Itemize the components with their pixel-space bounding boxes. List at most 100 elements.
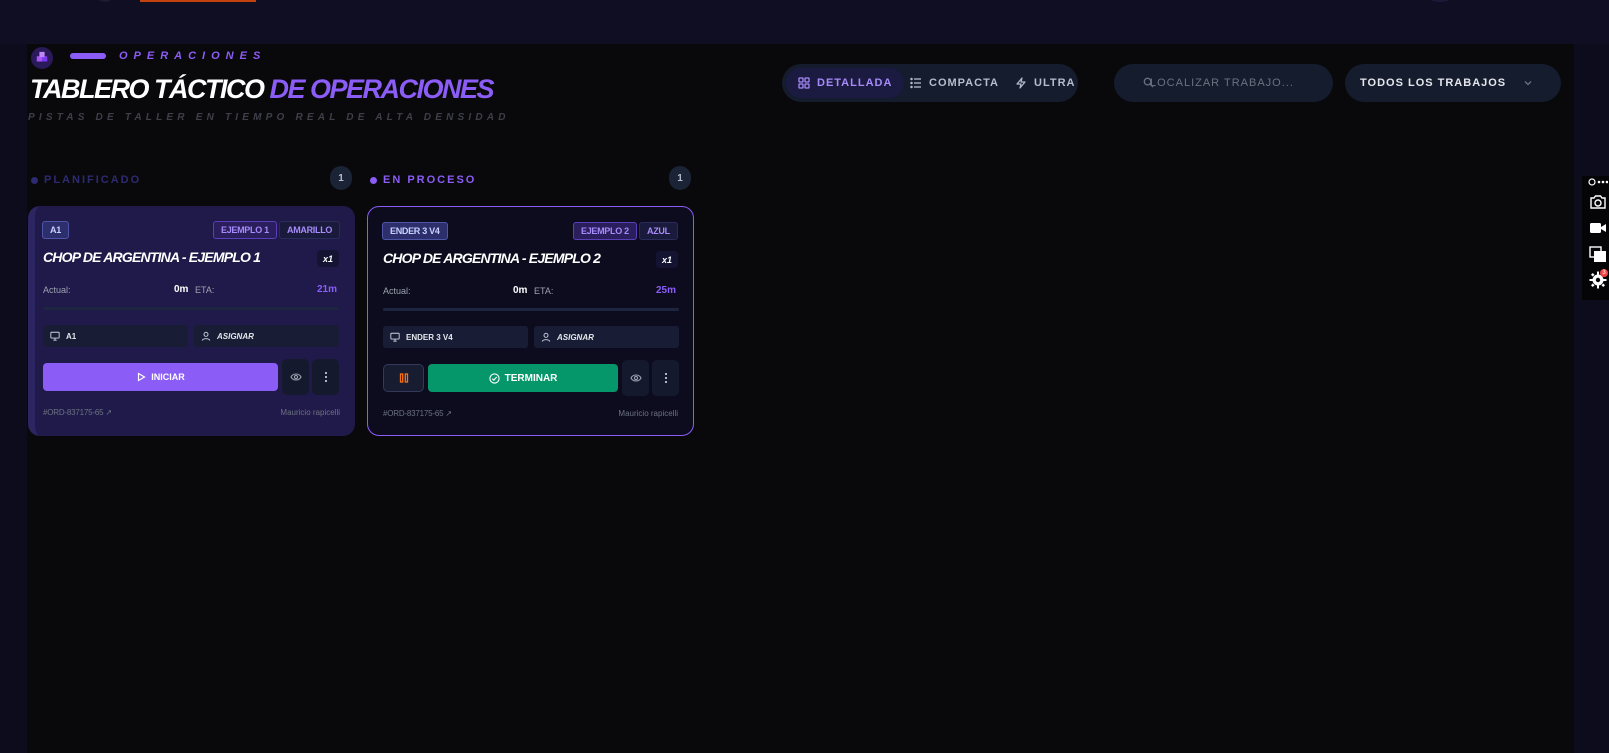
- video-camera-icon[interactable]: [1588, 219, 1608, 237]
- page-title: TABLERO TÁCTICO DE OPERACIONES: [30, 74, 495, 105]
- machine-field-value: A1: [66, 331, 77, 341]
- search-input[interactable]: [1143, 77, 1313, 89]
- column-label: EN PROCESO: [383, 174, 477, 186]
- play-icon: [138, 372, 146, 382]
- machine-field[interactable]: ENDER 3 V4: [383, 326, 528, 348]
- camera-icon[interactable]: [1588, 193, 1608, 211]
- chevron-down-icon: [1524, 81, 1532, 86]
- view-mode-switch: DETALLADA COMPACTA ULTRA: [782, 64, 1078, 102]
- check-circle-icon: [488, 372, 500, 384]
- column-header-in-progress: EN PROCESO: [370, 168, 476, 192]
- start-button-label: INICIAR: [151, 372, 185, 382]
- column-count-badge: 1: [669, 166, 691, 190]
- pause-button[interactable]: [383, 364, 424, 392]
- view-detailed-label: DETALLADA: [817, 77, 893, 89]
- more-options-button[interactable]: [652, 360, 679, 396]
- section-kicker: OPERACIONES: [119, 50, 267, 62]
- operator-name: Mauricio rapicelli: [280, 408, 340, 417]
- extension-menu-icon[interactable]: [1588, 176, 1608, 188]
- finish-button[interactable]: TERMINAR: [428, 364, 618, 392]
- start-button[interactable]: INICIAR: [43, 363, 278, 391]
- machine-tag: ENDER 3 V4: [382, 222, 448, 240]
- navbar-avatar[interactable]: [98, 0, 112, 2]
- column-header-planned: PLANIFICADO: [31, 168, 141, 192]
- windows-icon[interactable]: [1588, 245, 1608, 263]
- monitor-icon: [50, 331, 60, 341]
- progress-bar: [43, 307, 339, 310]
- assign-label: ASIGNAR: [217, 331, 254, 341]
- user-icon: [541, 332, 551, 342]
- top-navbar: [0, 0, 1609, 44]
- bolt-icon: [1016, 77, 1026, 89]
- color-tag: AZUL: [639, 222, 678, 240]
- eye-icon: [289, 373, 302, 381]
- pause-icon: [399, 373, 408, 383]
- order-id[interactable]: #ORD-837175-65 ↗: [43, 408, 112, 417]
- more-options-button[interactable]: [312, 359, 339, 395]
- job-card[interactable]: ENDER 3 V4 EJEMPLO 2 AZUL CHOP DE ARGENT…: [367, 206, 694, 436]
- view-compact-label: COMPACTA: [929, 77, 999, 89]
- external-link-icon: ↗: [445, 409, 452, 418]
- column-count-badge: 1: [330, 166, 352, 190]
- page-title-accent: DE OPERACIONES: [269, 74, 495, 104]
- actual-value: 0m: [174, 284, 189, 295]
- order-id[interactable]: #ORD-837175-65 ↗: [383, 409, 452, 418]
- assign-field[interactable]: ASIGNAR: [534, 326, 679, 348]
- page-subtitle: PISTAS DE TALLER EN TIEMPO REAL DE ALTA …: [28, 112, 510, 123]
- eta-label: ETA:: [534, 286, 554, 296]
- cube-stack-icon: [31, 47, 53, 69]
- list-icon: [910, 77, 921, 89]
- user-icon: [201, 331, 211, 341]
- external-link-icon: ↗: [105, 408, 112, 417]
- machine-field-value: ENDER 3 V4: [406, 332, 453, 342]
- eta-label: ETA:: [195, 285, 215, 295]
- job-title: CHOP DE ARGENTINA - EJEMPLO 2: [383, 250, 601, 266]
- job-card[interactable]: A1 EJEMPLO 1 AMARILLO CHOP DE ARGENTINA …: [28, 206, 355, 436]
- order-id-text: #ORD-837175-65: [43, 408, 104, 417]
- view-compact-button[interactable]: COMPACTA: [910, 68, 999, 98]
- order-id-text: #ORD-837175-65: [383, 409, 444, 418]
- column-status-dot: [370, 176, 377, 184]
- eta-value: 21m: [317, 284, 338, 295]
- operations-board: OPERACIONES TABLERO TÁCTICO DE OPERACION…: [27, 44, 1574, 753]
- finish-button-label: TERMINAR: [504, 372, 558, 384]
- brand-pill: [70, 53, 106, 59]
- column-status-dot: [31, 176, 38, 184]
- search-box: [1114, 64, 1333, 102]
- eye-icon: [629, 374, 642, 382]
- machine-field[interactable]: A1: [43, 325, 188, 347]
- actual-value: 0m: [513, 285, 528, 296]
- assign-field[interactable]: ASIGNAR: [194, 325, 339, 347]
- view-details-button[interactable]: [282, 359, 309, 395]
- more-vertical-icon: [664, 373, 667, 383]
- quantity-badge: x1: [656, 251, 678, 268]
- job-filter-select[interactable]: TODOS LOS TRABAJOS: [1345, 64, 1561, 102]
- more-vertical-icon: [324, 372, 327, 382]
- job-title: CHOP DE ARGENTINA - EJEMPLO 1: [43, 249, 261, 265]
- view-detailed-button[interactable]: DETALLADA: [786, 68, 905, 98]
- view-ultra-label: ULTRA: [1034, 77, 1076, 89]
- navbar-user-avatar[interactable]: [1429, 0, 1451, 2]
- search-icon: [1143, 77, 1154, 88]
- view-ultra-button[interactable]: ULTRA: [1015, 68, 1075, 98]
- actual-label: Actual:: [43, 285, 71, 295]
- monitor-icon: [390, 332, 400, 342]
- page-title-main: TABLERO TÁCTICO: [30, 74, 265, 104]
- column-label: PLANIFICADO: [44, 174, 142, 186]
- notification-badge: 3: [1600, 269, 1608, 277]
- example-tag: EJEMPLO 2: [573, 222, 637, 240]
- view-details-button[interactable]: [622, 360, 649, 396]
- progress-bar: [383, 308, 679, 311]
- grid-icon: [798, 77, 810, 89]
- quantity-badge: x1: [317, 250, 339, 267]
- example-tag: EJEMPLO 1: [213, 221, 277, 239]
- operator-name: Mauricio rapicelli: [618, 409, 678, 418]
- machine-tag: A1: [42, 221, 69, 239]
- color-tag: AMARILLO: [279, 221, 341, 239]
- navbar-active-indicator: [140, 0, 256, 2]
- actual-label: Actual:: [383, 286, 411, 296]
- assign-label: ASIGNAR: [557, 332, 594, 342]
- job-filter-value: TODOS LOS TRABAJOS: [1360, 77, 1507, 89]
- eta-value: 25m: [656, 285, 677, 296]
- extension-toolbar: 3: [1582, 176, 1609, 300]
